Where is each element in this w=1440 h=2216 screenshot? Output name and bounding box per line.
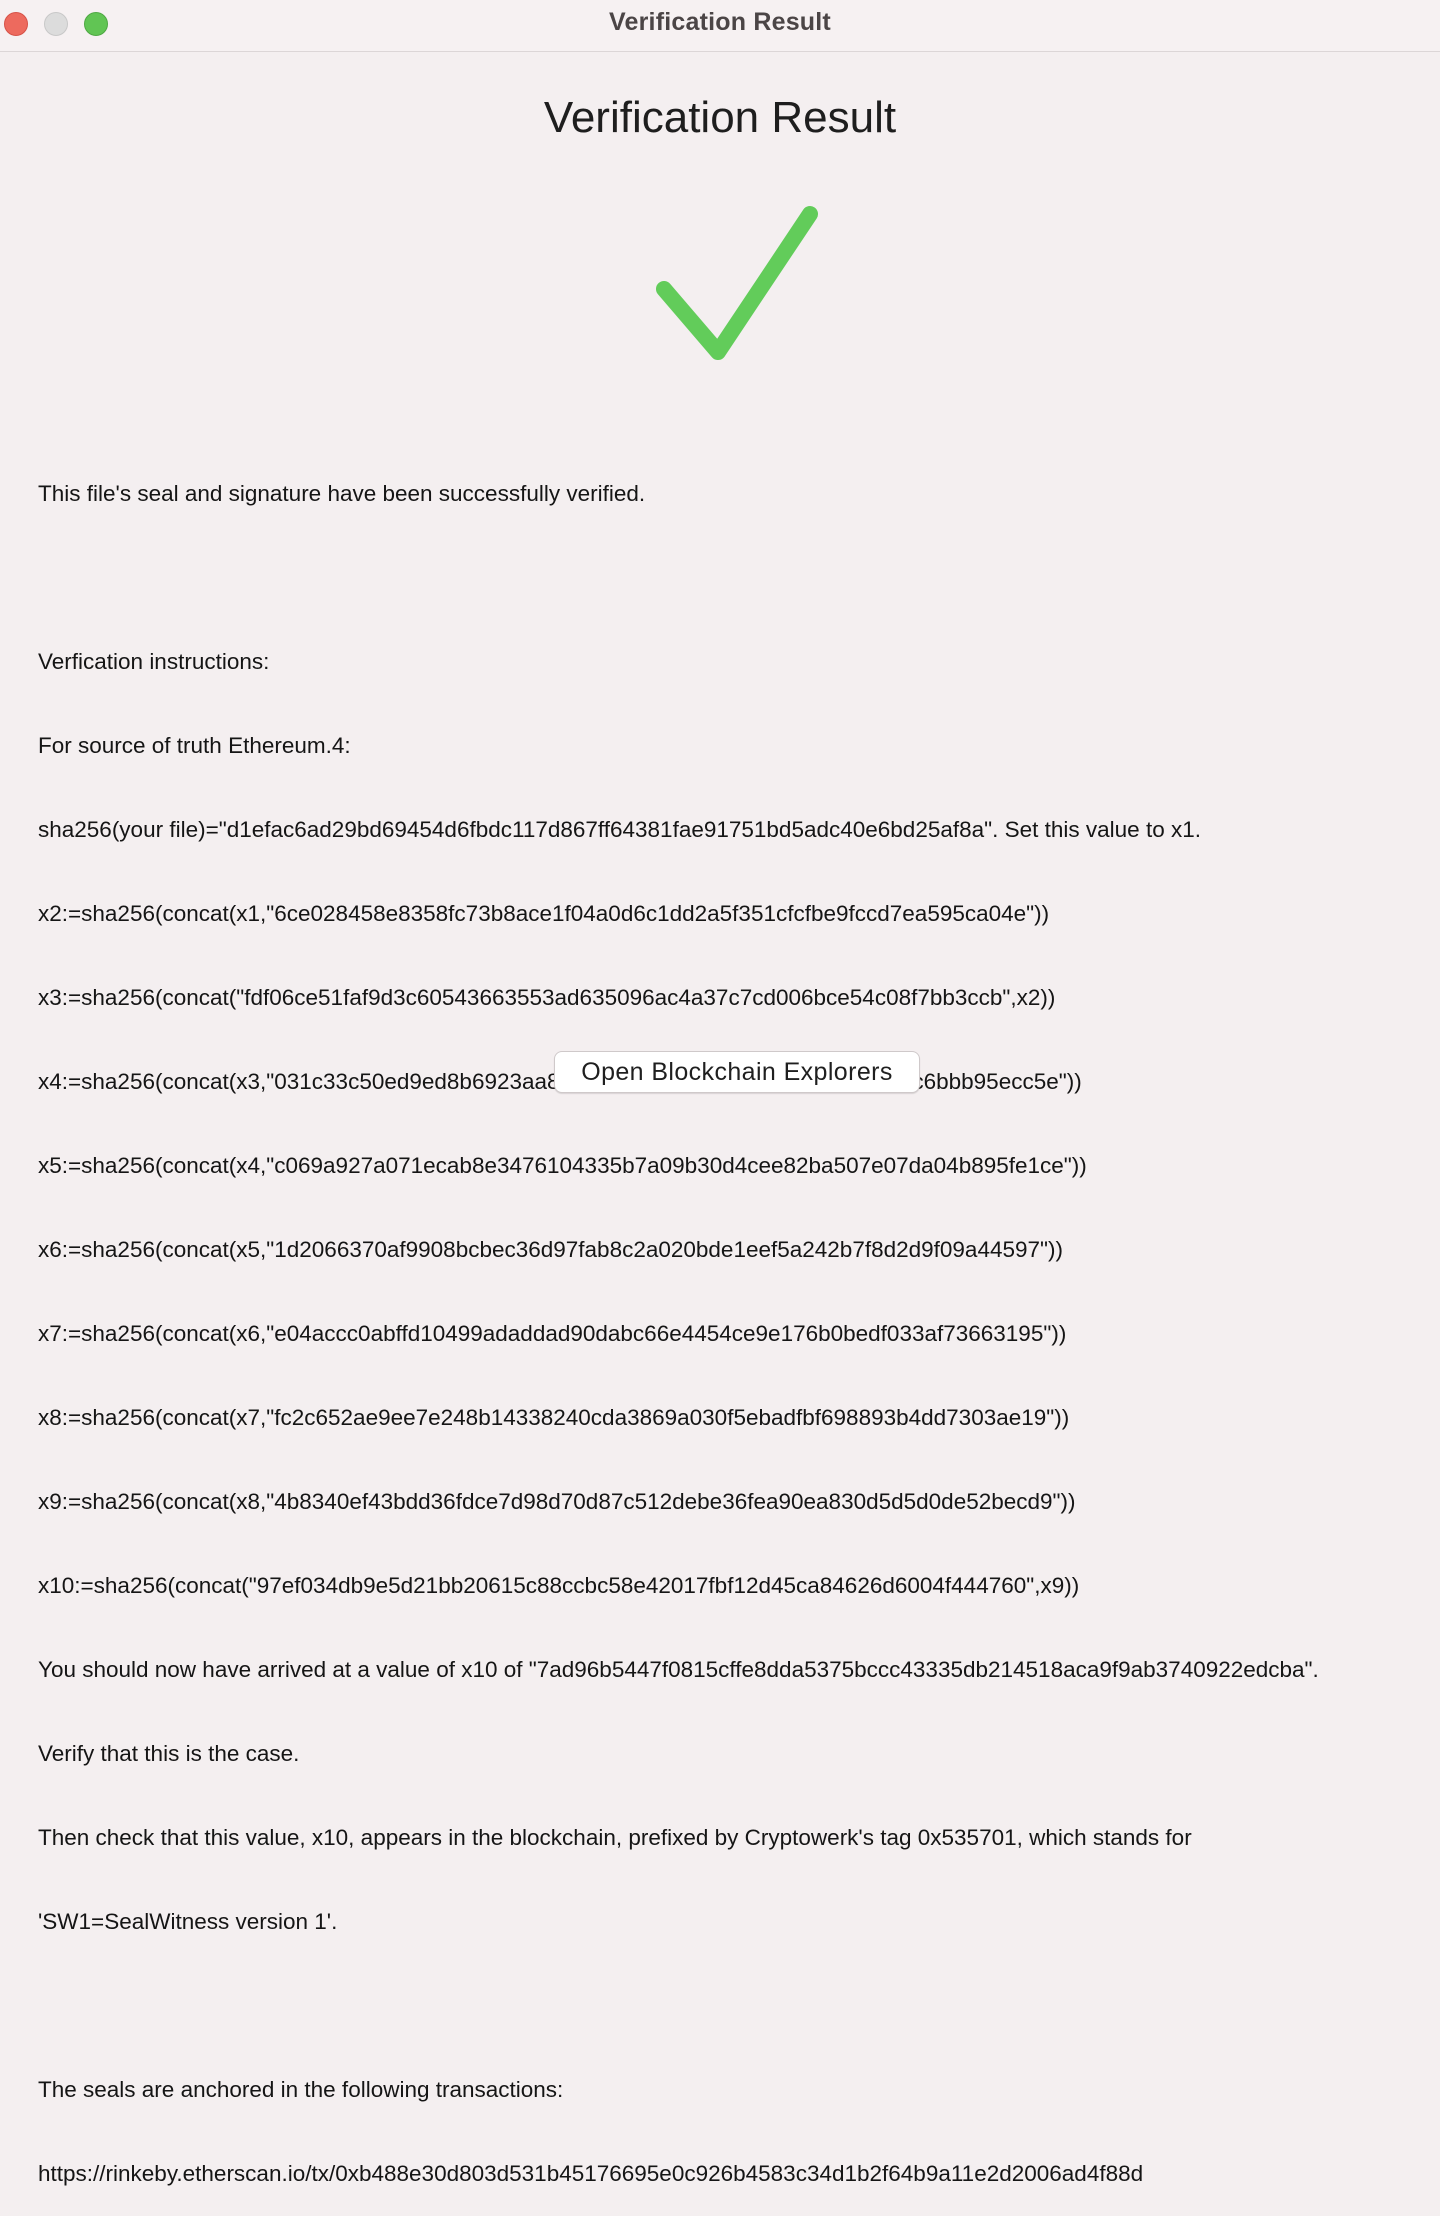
instruction-line: x9:=sha256(concat(x8,"4b8340ef43bdd36fdc… (38, 1489, 1076, 1514)
open-blockchain-explorers-button[interactable]: Open Blockchain Explorers (554, 1051, 920, 1093)
window-title: Verification Result (609, 8, 831, 36)
verification-details: This file's seal and signature have been… (38, 424, 1418, 2216)
instruction-line: x5:=sha256(concat(x4,"c069a927a071ecab8e… (38, 1153, 1087, 1178)
instruction-line: x3:=sha256(concat("fdf06ce51faf9d3c60543… (38, 985, 1056, 1010)
transaction-url[interactable]: https://rinkeby.etherscan.io/tx/0xb488e3… (38, 2160, 1418, 2188)
anchored-header: The seals are anchored in the following … (38, 2077, 564, 2102)
instruction-line: x8:=sha256(concat(x7,"fc2c652ae9ee7e248b… (38, 1405, 1070, 1430)
instruction-line: Verify that this is the case. (38, 1741, 300, 1766)
page-title: Verification Result (543, 93, 897, 142)
instructions-header: Verfication instructions: (38, 649, 270, 674)
instruction-line: x10:=sha256(concat("97ef034db9e5d21bb206… (38, 1573, 1080, 1598)
title-bar: Verification Result (0, 0, 1440, 52)
instruction-line: x6:=sha256(concat(x5,"1d2066370af9908bcb… (38, 1237, 1063, 1262)
instruction-line: x7:=sha256(concat(x6,"e04accc0abffd10499… (38, 1321, 1067, 1346)
success-message: This file's seal and signature have been… (38, 481, 646, 506)
instruction-line: Then check that this value, x10, appears… (38, 1825, 1192, 1850)
instruction-line: 'SW1=SealWitness version 1'. (38, 1909, 338, 1934)
instruction-line: x2:=sha256(concat(x1,"6ce028458e8358fc73… (38, 901, 1050, 926)
instruction-line: sha256(your file)="d1efac6ad29bd69454d6f… (38, 817, 1201, 842)
instruction-line: You should now have arrived at a value o… (38, 1657, 1319, 1682)
checkmark-icon (656, 206, 818, 360)
instruction-line: For source of truth Ethereum.4: (38, 733, 351, 758)
